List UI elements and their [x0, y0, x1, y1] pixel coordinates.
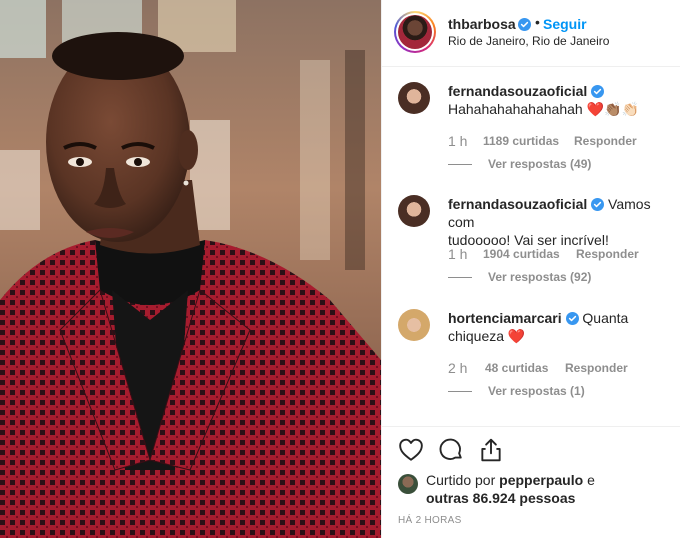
- verified-badge-icon: [591, 85, 605, 98]
- comment-text-continued: chiqueza ❤️: [448, 328, 526, 344]
- comment-text-continued: tudooooo! Vai ser incrível!: [448, 232, 609, 248]
- comment-body: fernandasouzaoficial Vamos com tudooooo!…: [448, 195, 672, 249]
- post-photo: [0, 0, 381, 538]
- comment-text: Hahahahahahahahah ❤️👏🏽👏🏻: [448, 101, 639, 117]
- view-replies-label[interactable]: Ver respostas (92): [488, 270, 591, 284]
- view-replies-label[interactable]: Ver respostas (49): [488, 157, 591, 171]
- replies-divider: [448, 391, 472, 392]
- comment-meta: 2 h 48 curtidas Responder: [448, 360, 672, 377]
- commenter-avatar[interactable]: [398, 82, 430, 114]
- author-avatar[interactable]: [394, 11, 436, 53]
- reply-button[interactable]: Responder: [576, 247, 639, 261]
- header-separator: •: [535, 14, 540, 30]
- share-icon[interactable]: [478, 437, 504, 463]
- author-username[interactable]: thbarbosa: [448, 16, 516, 32]
- comment-likes[interactable]: 48 curtidas: [485, 361, 548, 375]
- liked-by-others[interactable]: outras 86.924 pessoas: [426, 490, 575, 506]
- commenter-username[interactable]: fernandasouzaoficial: [448, 196, 587, 212]
- commenter-avatar[interactable]: [398, 195, 430, 227]
- comment-text: Quanta: [582, 310, 629, 326]
- post-header: thbarbosa • Seguir Rio de Janeiro, Rio d…: [382, 0, 680, 67]
- liked-by-connector: e: [587, 472, 595, 488]
- replies-divider: [448, 164, 472, 165]
- comment-meta: 1 h 1904 curtidas Responder: [448, 246, 672, 263]
- post-actions: Curtido por pepperpaulo e outras 86.924 …: [382, 426, 680, 538]
- verified-badge-icon: [518, 16, 531, 34]
- liked-by-prefix: Curtido por: [426, 472, 496, 488]
- comment-likes[interactable]: 1904 curtidas: [483, 247, 560, 261]
- liker-username[interactable]: pepperpaulo: [499, 472, 583, 488]
- reply-button[interactable]: Responder: [574, 134, 637, 148]
- commenter-username[interactable]: fernandasouzaoficial: [448, 83, 587, 99]
- reply-button[interactable]: Responder: [565, 361, 628, 375]
- view-replies-label[interactable]: Ver respostas (1): [488, 384, 585, 398]
- verified-badge-icon: [565, 312, 579, 325]
- comment-body: fernandasouzaoficial Hahahahahahahahah ❤…: [448, 82, 672, 118]
- verified-badge-icon: [591, 198, 605, 211]
- view-replies-button[interactable]: Ver respostas (49): [448, 157, 672, 173]
- post-timestamp[interactable]: HÁ 2 HORAS: [398, 515, 462, 526]
- follow-button[interactable]: Seguir: [543, 16, 587, 32]
- commenter-avatar[interactable]: [398, 309, 430, 341]
- post-sidebar: thbarbosa • Seguir Rio de Janeiro, Rio d…: [381, 0, 680, 538]
- view-replies-button[interactable]: Ver respostas (1): [448, 384, 672, 400]
- replies-divider: [448, 277, 472, 278]
- comment-bubble-icon[interactable]: [438, 437, 464, 463]
- comment-time[interactable]: 1 h: [448, 133, 467, 149]
- post-location[interactable]: Rio de Janeiro, Rio de Janeiro: [448, 34, 609, 48]
- heart-icon[interactable]: [398, 437, 424, 463]
- commenter-username[interactable]: hortenciamarcari: [448, 310, 562, 326]
- comment-time[interactable]: 2 h: [448, 360, 467, 376]
- comment-time[interactable]: 1 h: [448, 246, 467, 262]
- view-replies-button[interactable]: Ver respostas (92): [448, 270, 672, 286]
- liked-by-text: Curtido por pepperpaulo e outras 86.924 …: [426, 471, 676, 507]
- comment-body: hortenciamarcari Quanta chiqueza ❤️: [448, 309, 672, 345]
- comment-meta: 1 h 1189 curtidas Responder: [448, 133, 672, 150]
- portrait-image: [0, 0, 381, 538]
- comment-likes[interactable]: 1189 curtidas: [483, 134, 559, 148]
- liker-avatar[interactable]: [398, 474, 418, 494]
